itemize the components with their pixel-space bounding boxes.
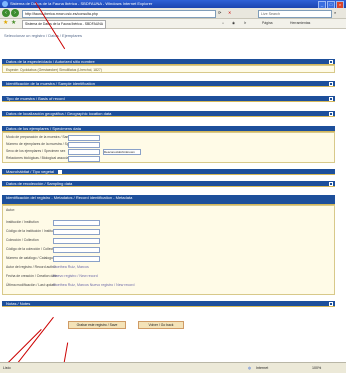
collection-input[interactable] [53,238,100,244]
cmd-home[interactable]: Ir [244,20,246,27]
macro-checkbox[interactable] [58,169,63,174]
count-input[interactable] [68,142,100,148]
window-title: Sistema de Datos de la Fauna Ibérica - S… [10,1,153,6]
assoc-label: Relaciones biológicas / Biological assoc… [6,156,76,160]
collapse-icon[interactable] [329,97,333,101]
save-button[interactable]: Grabar este registro / Save [68,321,126,329]
sex-text-input[interactable] [68,149,100,155]
browser-tab[interactable]: Sistema de Datos de la Fauna Ibérica - S… [22,20,107,29]
taxon-panel: Especie: Cyclolabus (Gerstaecker) Simuli… [2,65,335,73]
catalog-input[interactable] [53,256,100,262]
section-macrohabitat[interactable]: Macrohábitat / Tipo vegetal [2,169,335,175]
rss-icon[interactable]: ◉ [232,20,235,27]
section-geo[interactable]: Datos de localización geográfica / Geogr… [2,111,335,117]
ie-logo-icon [2,1,8,7]
author-value[interactable]: Goethea Ruiz, Marcos [53,265,89,269]
search-input[interactable]: Live Search [258,10,332,18]
status-bar: Listo ◍ Internet 100% [0,362,346,373]
section-sample-id[interactable]: Identificación de la muestra / Sample id… [2,81,335,87]
collapse-icon[interactable] [329,60,333,64]
institution-input[interactable] [53,220,100,226]
section-record-id[interactable]: Identificación del registro - Metadatos … [2,195,335,205]
prep-input[interactable] [68,135,100,141]
breadcrumb[interactable]: Seleccionar un registro / Datos / Ejempl… [4,33,82,38]
collapse-icon[interactable] [329,82,333,86]
address-toolbar: ‹ › http://fauna-iberica.mncn.csic.es/co… [0,8,346,19]
window-titlebar: Sistema de Datos de la Fauna Ibérica - S… [0,0,346,9]
home-icon[interactable]: ⌂ [222,20,224,27]
cmd-page[interactable]: Página [262,20,273,27]
favorites-star-icon[interactable]: ★ [3,20,8,27]
inst-code-input[interactable] [53,229,100,235]
page-content: Seleccionar un registro / Datos / Ejempl… [0,29,346,362]
metadata-panel: Autor: Institución / Institution Código … [2,205,335,295]
collapse-icon[interactable] [329,112,333,116]
add-favorite-icon[interactable]: ★ [11,20,16,27]
created-label: Fecha de creación / Creation date [6,274,58,278]
collapse-icon[interactable] [329,182,333,186]
cmd-tools[interactable]: Herramientas [290,20,310,27]
collapse-icon[interactable] [329,302,333,306]
section-record-type[interactable]: Tipo de muestra / Basis of record [2,96,335,102]
forward-arrow-icon[interactable]: › [11,9,19,17]
section-collection-data[interactable]: Datos de recolección / Sampling data [2,181,335,187]
assoc-input[interactable] [68,156,100,162]
metadata-small-label: Autor: [6,208,16,212]
back-arrow-icon[interactable]: ‹ [2,9,10,17]
section-notes[interactable]: Notas / Notes [2,301,335,307]
taxon-value: Especie: Cyclolabus (Gerstaecker) Simuli… [6,68,102,72]
sex-select[interactable]: Desconocido/Unknown [103,149,141,155]
coll-code-input[interactable] [53,247,100,253]
modified-value: Goethea Ruiz, Marcos Nuevo registro / Ne… [53,283,135,287]
search-icon[interactable]: ⌕ [334,10,336,15]
back-button[interactable]: Volver / Go back [138,321,184,329]
collection-label: Colección / Collection [6,238,39,242]
institution-label: Institución / Institution [6,220,39,224]
sex-label: Sexo de los ejemplares / Specimen sex [6,149,66,153]
address-input[interactable]: http://fauna-iberica.mncn.csic.es/consul… [22,10,216,18]
modified-label: Última modificación / Last update [6,283,56,287]
stop-icon[interactable]: ✕ [228,10,231,15]
created-value: Nuevo registro / New record [53,274,98,278]
author-label: Autor del registro / Record author [6,265,57,269]
specimens-panel: Modo de preparación de la muestra / Samp… [2,132,335,163]
refresh-icon[interactable]: ⟳ [218,10,221,15]
